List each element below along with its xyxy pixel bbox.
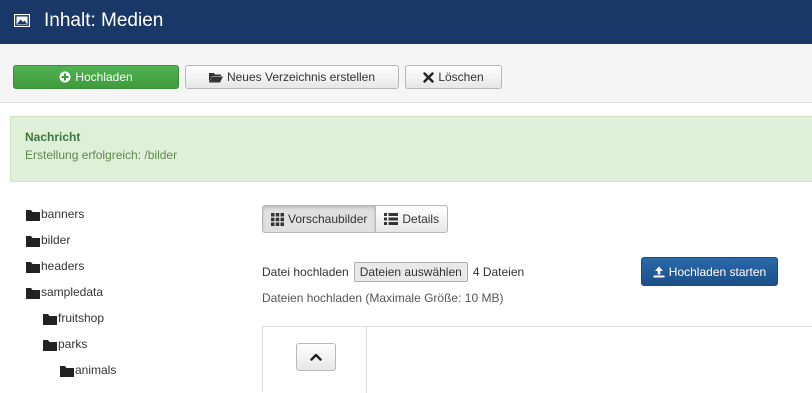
folder-icon: [60, 366, 74, 377]
tree-item-fruitshop[interactable]: fruitshop: [43, 311, 104, 325]
close-icon: [423, 71, 435, 83]
tree-item-parks[interactable]: parks: [43, 337, 87, 351]
chevron-up-icon: [310, 353, 322, 361]
folder-icon: [26, 210, 40, 221]
tree-item-label: banners: [41, 207, 85, 221]
folder-icon: [26, 288, 40, 299]
tree-item-label: bilder: [41, 233, 71, 247]
upload-button-label: Hochladen: [75, 70, 133, 84]
toolbar: Hochladen Neues Verzeichnis erstellen Lö…: [0, 44, 812, 103]
new-folder-button[interactable]: Neues Verzeichnis erstellen: [185, 65, 399, 89]
view-toggle: Vorschaubilder Details: [262, 205, 449, 233]
tree-item-label: animals: [75, 363, 117, 377]
tree-item-label: parks: [58, 337, 88, 351]
folder-icon: [43, 340, 57, 351]
tree-item-sampledata[interactable]: sampledata: [26, 285, 103, 299]
delete-button[interactable]: Löschen: [405, 65, 502, 89]
tree-item-label: sampledata: [41, 285, 104, 299]
file-upload-row: Datei hochladen Dateien auswählen 4 Date…: [262, 262, 524, 282]
folder-icon: [43, 314, 57, 325]
message-text: Erstellung erfolgreich: /bilder: [25, 148, 178, 162]
tree-item-headers[interactable]: headers: [26, 259, 84, 273]
folder-icon: [26, 236, 40, 247]
tree-item-animals[interactable]: animals: [60, 363, 116, 377]
tree-item-banners[interactable]: banners: [26, 207, 84, 221]
delete-label: Löschen: [438, 70, 484, 84]
list-icon: [384, 213, 399, 225]
thumbnails-label: Vorschaubilder: [288, 212, 368, 226]
upload-button[interactable]: Hochladen: [13, 65, 179, 89]
parent-folder-tile: [263, 327, 367, 393]
image-icon: [14, 14, 30, 27]
message-heading: Nachricht: [25, 130, 81, 144]
folder-icon: [26, 262, 40, 273]
details-view-button[interactable]: Details: [376, 205, 449, 233]
choose-files-button[interactable]: Dateien auswählen: [353, 262, 468, 282]
start-upload-label: Hochladen starten: [668, 264, 767, 279]
upload-hint: Dateien hochladen (Maximale Größe: 10 MB…: [262, 291, 504, 305]
details-label: Details: [402, 212, 440, 226]
new-folder-label: Neues Verzeichnis erstellen: [226, 70, 376, 84]
tree-item-label: fruitshop: [58, 311, 105, 325]
tree-item-label: headers: [41, 259, 85, 273]
grid-icon: [271, 212, 284, 226]
upload-icon: [653, 266, 665, 277]
start-upload-button[interactable]: Hochladen starten: [641, 257, 778, 286]
folder-up-button[interactable]: [296, 343, 336, 371]
page-header: Inhalt: Medien: [0, 0, 812, 44]
page-title: Inhalt: Medien: [44, 10, 164, 31]
file-count: 4 Dateien: [472, 265, 525, 279]
thumbnails-view-button[interactable]: Vorschaubilder: [262, 205, 377, 233]
upload-label: Datei hochladen: [262, 265, 349, 279]
plus-circle-icon: [59, 71, 71, 83]
success-message: Nachricht Erstellung erfolgreich: /bilde…: [10, 116, 812, 182]
tree-item-bilder[interactable]: bilder: [26, 233, 70, 247]
media-panel: [262, 326, 812, 393]
folder-open-icon: [208, 72, 223, 82]
